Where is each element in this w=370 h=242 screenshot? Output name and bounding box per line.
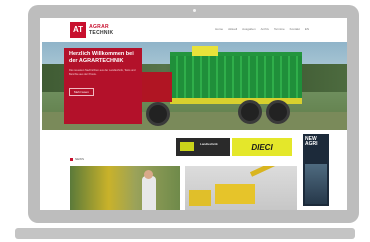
hero-title: Herzlich Willkommen bei der AGRARTECHNIK: [69, 51, 134, 64]
trailer-body: [170, 56, 302, 104]
site-logo[interactable]: AT AGRAR TECHNIK: [70, 22, 113, 38]
trailer-wheel: [238, 100, 262, 124]
nav-item[interactable]: Termine: [274, 27, 285, 31]
trailer-sign: [192, 46, 218, 56]
hero-banner: Herzlich Willkommen bei der AGRARTECHNIK…: [42, 42, 347, 130]
nav-item[interactable]: Archiv: [261, 27, 269, 31]
laptop-base: [15, 228, 355, 239]
logo-badge: AT: [70, 22, 87, 38]
news-card[interactable]: [185, 166, 297, 210]
dieci-logo-text: DIECI: [251, 142, 273, 152]
news-image-excavator-arm: [249, 166, 283, 177]
nav-item[interactable]: Aktuell: [228, 27, 237, 31]
laptop-screen: AT AGRAR TECHNIK Home Aktuell Ausgaben A…: [40, 18, 347, 210]
promo-dark-text: Landtechnik: [200, 142, 218, 146]
news-image-excavator: [215, 184, 255, 204]
hero-body-text: Die neuesten Nachrichten aus der Landtec…: [69, 69, 136, 76]
hero-read-more-button[interactable]: Mehr lesen: [69, 88, 94, 97]
news-heading-label: NEWS: [75, 157, 84, 161]
nav-item[interactable]: EN: [305, 27, 309, 31]
nav-item[interactable]: Ausgaben: [242, 27, 256, 31]
promo-logo-mark: [180, 142, 194, 151]
camera-icon: [193, 9, 196, 12]
main-nav: Home Aktuell Ausgaben Archiv Termine Kon…: [215, 27, 309, 31]
promo-banner-dark[interactable]: Landtechnik: [176, 138, 230, 156]
nav-item[interactable]: Kontakt: [290, 27, 300, 31]
site-header: AT AGRAR TECHNIK Home Aktuell Ausgaben A…: [40, 18, 347, 42]
logo-line-2: TECHNIK: [89, 30, 114, 36]
tractor-wheel: [146, 102, 170, 126]
news-image-machine: [189, 190, 211, 206]
magazine-cover-ad[interactable]: NEW AGRI: [303, 134, 329, 206]
tractor: [142, 72, 172, 102]
heading-marker-icon: [70, 157, 73, 161]
magazine-cover-image: [305, 164, 327, 204]
hero-welcome-panel: Herzlich Willkommen bei der AGRARTECHNIK…: [64, 48, 142, 124]
magazine-title: NEW AGRI: [305, 136, 318, 147]
logo-wordmark: AGRAR TECHNIK: [89, 24, 113, 36]
news-image-person-head: [144, 170, 153, 179]
news-card[interactable]: [70, 166, 180, 210]
trailer-wheel: [266, 100, 290, 124]
nav-item[interactable]: Home: [215, 27, 223, 31]
news-section-heading: NEWS: [70, 157, 84, 161]
news-image-person: [142, 176, 156, 210]
promo-banner-dieci[interactable]: DIECI: [232, 138, 292, 156]
